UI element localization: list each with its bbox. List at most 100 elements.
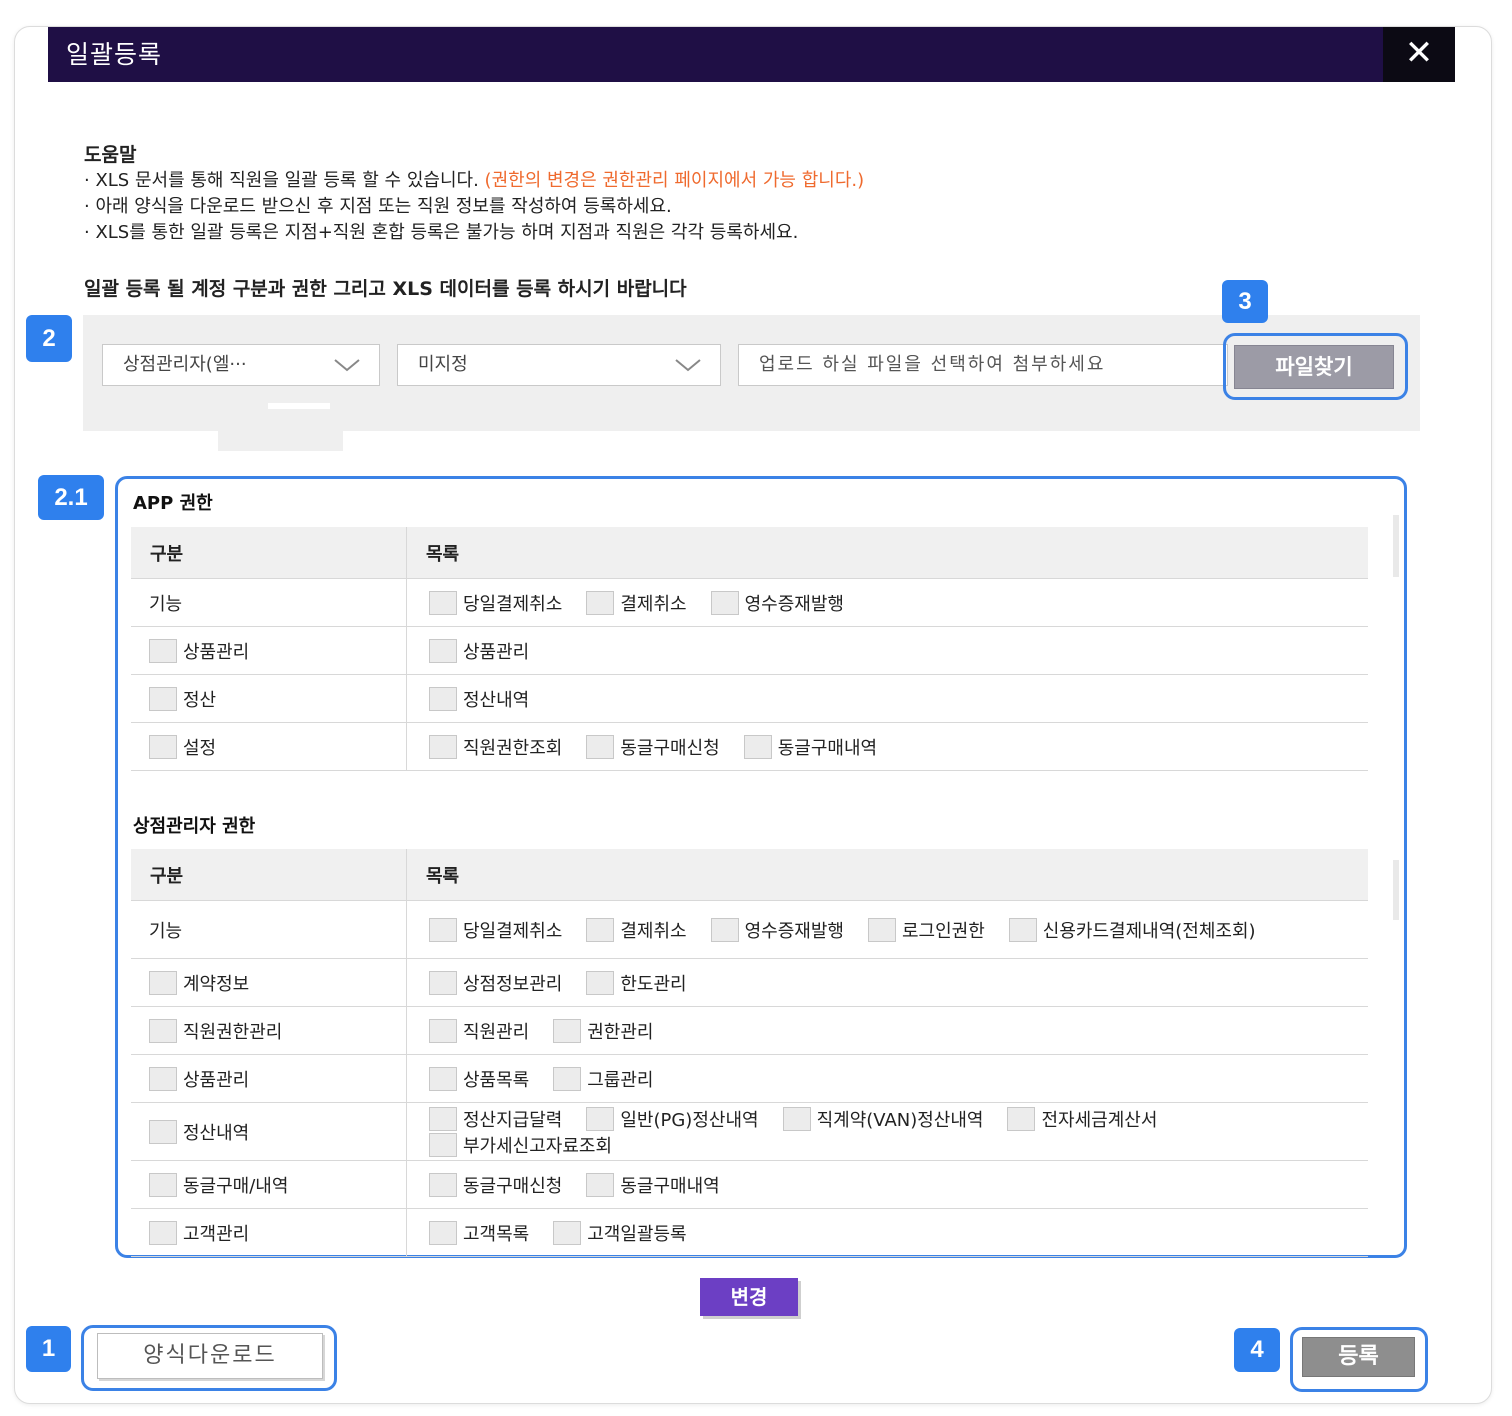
permission-item[interactable]: 동글구매내역	[743, 734, 877, 760]
category-cell: 정산	[131, 674, 407, 723]
permission-item[interactable]: 동글구매신청	[429, 1172, 562, 1198]
permission-item[interactable]: 영수증재발행	[710, 917, 844, 943]
app-permissions-table: 구분 목록 기능 당일결제취소 결제취소 영수증재발행 상품관리 상품관리 정산 정산내역 설정…	[131, 527, 1368, 771]
category-label: 상품관리	[183, 1069, 250, 1091]
category-checkbox[interactable]	[149, 1066, 177, 1091]
permission-item[interactable]: 동글구매신청	[586, 734, 720, 760]
category-checkbox[interactable]	[149, 1018, 177, 1043]
permission-item[interactable]: 일반(PG)정산내역	[586, 1106, 759, 1132]
table-row: 설정 직원권한조회 동글구매신청 동글구매내역	[131, 722, 1368, 771]
permission-item[interactable]: 고객목록	[429, 1220, 529, 1246]
permission-label: 직원관리	[463, 1021, 530, 1043]
permission-item[interactable]: 정산지급달력	[429, 1106, 562, 1132]
permission-label: 영수증재발행	[744, 920, 844, 942]
download-template-button[interactable]: 양식다운로드	[97, 1333, 323, 1379]
permission-checkbox[interactable]	[429, 1220, 457, 1245]
branch-select[interactable]: 미지정	[397, 344, 721, 386]
permission-checkbox[interactable]	[1008, 917, 1037, 942]
category-label: 직원권한관리	[183, 1021, 283, 1043]
permission-item[interactable]: 결제취소	[586, 590, 687, 616]
items-cell: 정산내역	[406, 674, 1368, 723]
permission-checkbox[interactable]	[553, 1018, 582, 1043]
items-cell: 동글구매신청 동글구매내역	[406, 1160, 1368, 1209]
permission-checkbox[interactable]	[586, 734, 615, 759]
permission-checkbox[interactable]	[553, 1220, 582, 1245]
permission-checkbox[interactable]	[586, 1172, 615, 1197]
permission-item[interactable]: 영수증재발행	[710, 590, 844, 616]
permission-label: 동글구매내역	[620, 1175, 720, 1197]
permission-label: 직원권한조회	[463, 737, 563, 759]
category-checkbox[interactable]	[149, 734, 177, 759]
permission-item[interactable]: 전자세금계산서	[1007, 1106, 1157, 1132]
account-type-select[interactable]: 상점관리자(엘···	[102, 344, 380, 386]
column-header-category: 구분	[131, 527, 407, 579]
items-cell: 직원권한조회 동글구매신청 동글구매내역	[406, 722, 1368, 771]
items-cell: 정산지급달력 일반(PG)정산내역 직계약(VAN)정산내역 전자세금계산서부가세신고…	[406, 1102, 1368, 1161]
permission-checkbox[interactable]	[429, 638, 457, 663]
permission-item[interactable]: 당일결제취소	[429, 917, 562, 943]
permission-item[interactable]: 당일결제취소	[429, 590, 562, 616]
category-checkbox[interactable]	[149, 1172, 177, 1197]
category-checkbox[interactable]	[149, 1220, 177, 1245]
category-checkbox[interactable]	[149, 686, 177, 711]
permission-item[interactable]: 신용카드결제내역(전체조회)	[1008, 917, 1256, 943]
table-row: 고객관리 고객목록 고객일괄등록	[131, 1208, 1368, 1257]
items-cell: 당일결제취소 결제취소 영수증재발행	[406, 578, 1368, 627]
permission-label: 그룹관리	[587, 1069, 654, 1091]
permission-item[interactable]: 상점정보관리	[429, 970, 562, 996]
close-icon[interactable]: ✕	[1383, 27, 1455, 82]
permission-checkbox[interactable]	[743, 734, 772, 759]
permission-label: 권한관리	[587, 1021, 654, 1043]
file-path-input[interactable]: 업로드 하실 파일을 선택하여 첨부하세요	[738, 344, 1228, 386]
permission-item[interactable]: 고객일괄등록	[553, 1220, 687, 1246]
permission-checkbox[interactable]	[710, 590, 739, 615]
permission-label: 상점정보관리	[463, 973, 563, 995]
permission-item[interactable]: 한도관리	[586, 970, 687, 996]
permission-label: 직계약(VAN)정산내역	[816, 1109, 984, 1131]
category-label: 고객관리	[183, 1223, 250, 1245]
permission-checkbox[interactable]	[867, 917, 896, 942]
permission-item[interactable]: 직계약(VAN)정산내역	[782, 1106, 984, 1132]
permission-checkbox[interactable]	[1007, 1106, 1036, 1131]
permission-checkbox[interactable]	[429, 1172, 457, 1197]
permission-checkbox[interactable]	[586, 590, 615, 615]
category-checkbox[interactable]	[149, 638, 177, 663]
scrollbar-track[interactable]	[1393, 515, 1399, 577]
permission-checkbox[interactable]	[586, 1106, 615, 1131]
dialog-titlebar: 일괄등록 ✕	[48, 27, 1455, 82]
permission-item[interactable]: 상품관리	[429, 638, 529, 664]
permission-item[interactable]: 결제취소	[586, 917, 687, 943]
permission-checkbox[interactable]	[429, 686, 457, 711]
permission-item[interactable]: 정산내역	[429, 686, 529, 712]
permission-checkbox[interactable]	[429, 1066, 457, 1091]
register-button[interactable]: 등록	[1302, 1337, 1415, 1377]
help-line-3: · XLS를 통한 일괄 등록은 지점+직원 혼합 등록은 불가능 하며 지점과…	[84, 222, 799, 243]
permission-item[interactable]: 동글구매내역	[586, 1172, 720, 1198]
permission-item[interactable]: 직원관리	[429, 1018, 529, 1044]
permission-item[interactable]: 로그인권한	[867, 917, 985, 943]
category-checkbox[interactable]	[149, 1119, 177, 1144]
permission-checkbox[interactable]	[429, 1018, 457, 1043]
permission-item[interactable]: 그룹관리	[553, 1066, 654, 1092]
change-button[interactable]: 변경	[700, 1278, 798, 1316]
category-checkbox[interactable]	[149, 970, 177, 995]
permission-label: 영수증재발행	[744, 593, 844, 615]
permission-checkbox[interactable]	[710, 917, 739, 942]
permission-item[interactable]: 부가세신고자료조회	[429, 1132, 612, 1158]
permission-checkbox[interactable]	[429, 917, 457, 942]
permission-checkbox[interactable]	[429, 1132, 457, 1157]
permission-checkbox[interactable]	[429, 1106, 457, 1131]
permission-checkbox[interactable]	[782, 1106, 811, 1131]
permission-item[interactable]: 상품목록	[429, 1066, 529, 1092]
scrollbar-track[interactable]	[1393, 860, 1399, 920]
permission-checkbox[interactable]	[429, 970, 457, 995]
permission-checkbox[interactable]	[553, 1066, 582, 1091]
permission-label: 한도관리	[620, 973, 687, 995]
permission-checkbox[interactable]	[586, 970, 615, 995]
permission-item[interactable]: 직원권한조회	[429, 734, 562, 760]
table-row: 동글구매/내역 동글구매신청 동글구매내역	[131, 1160, 1368, 1209]
permission-item[interactable]: 권한관리	[553, 1018, 654, 1044]
permission-checkbox[interactable]	[429, 734, 457, 759]
permission-checkbox[interactable]	[429, 590, 457, 615]
permission-checkbox[interactable]	[586, 917, 615, 942]
